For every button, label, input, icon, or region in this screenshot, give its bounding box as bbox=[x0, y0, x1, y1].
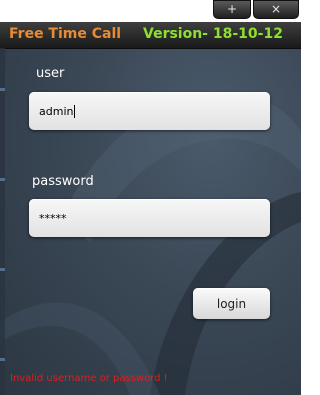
login-button[interactable]: login bbox=[193, 288, 270, 319]
window-controls: + × bbox=[213, 0, 299, 19]
password-field[interactable]: ***** bbox=[29, 199, 270, 237]
username-value: admin bbox=[39, 104, 74, 118]
app-version: Version- 18-10-12 bbox=[143, 26, 283, 42]
text-caret bbox=[74, 104, 76, 118]
close-button[interactable]: × bbox=[253, 0, 299, 19]
username-field[interactable]: admin bbox=[29, 92, 270, 130]
login-button-label: login bbox=[216, 296, 247, 311]
password-value: ***** bbox=[39, 211, 67, 225]
password-label: password bbox=[32, 174, 94, 189]
minimize-button[interactable]: + bbox=[213, 0, 251, 19]
close-icon: × bbox=[270, 2, 282, 16]
error-message: Invalid username or password ! bbox=[10, 373, 168, 384]
login-window: Free Time Call Version- 18-10-12 user ad… bbox=[0, 22, 301, 395]
login-app: + × Free Time Call Version- 18-10-12 use… bbox=[0, 0, 301, 395]
title-bar: Free Time Call Version- 18-10-12 bbox=[0, 22, 301, 49]
user-label: user bbox=[36, 66, 65, 81]
plus-icon: + bbox=[226, 2, 238, 16]
left-edge-decor bbox=[0, 48, 5, 395]
app-title: Free Time Call bbox=[9, 26, 122, 42]
